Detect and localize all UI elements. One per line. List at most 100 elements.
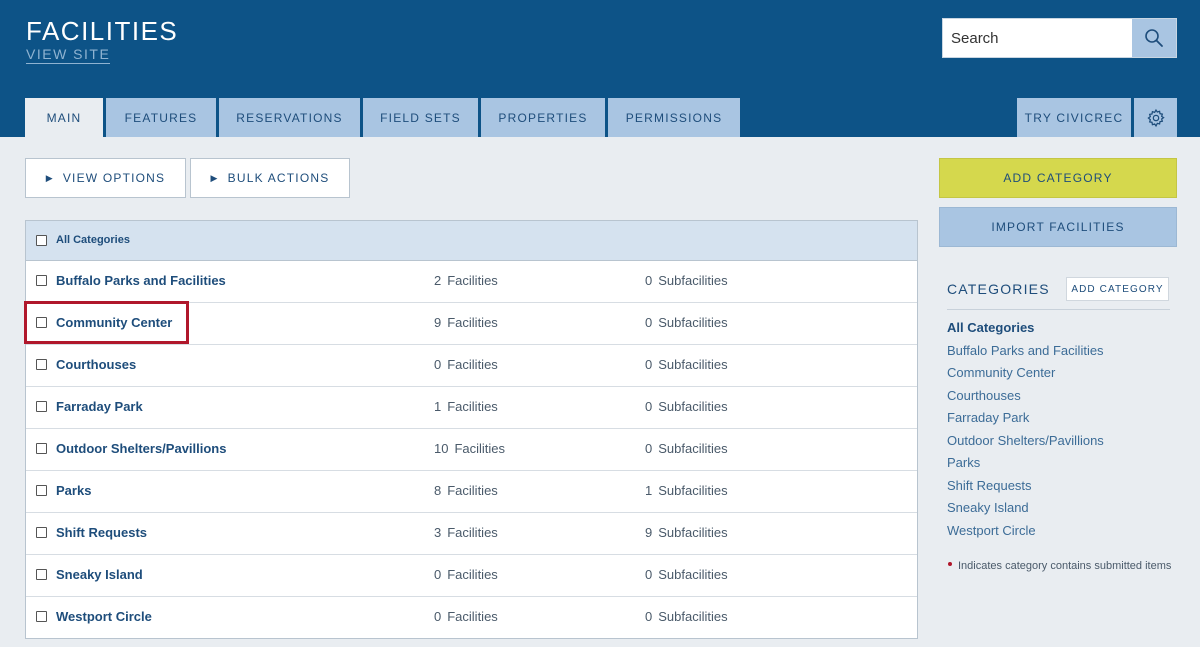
facilities-count: 0 Facilities	[434, 357, 498, 372]
table-row: Courthouses 0 Facilities 0 Subfacilities	[26, 345, 917, 387]
facilities-number: 0	[434, 567, 442, 582]
facilities-word: Facilities	[447, 399, 498, 414]
row-checkbox[interactable]	[36, 317, 47, 328]
facilities-count: 10 Facilities	[434, 441, 505, 456]
facilities-word: Facilities	[447, 315, 498, 330]
settings-button[interactable]	[1134, 98, 1177, 137]
subfacilities-number: 9	[645, 525, 653, 540]
facilities-word: Facilities	[447, 483, 498, 498]
sidebar-category-link[interactable]: Outdoor Shelters/Pavillions	[947, 430, 1104, 453]
table-row: Sneaky Island 0 Facilities 0 Subfacilities	[26, 555, 917, 597]
category-link[interactable]: Courthouses	[56, 357, 136, 372]
category-link[interactable]: Community Center	[56, 315, 172, 330]
gear-icon	[1146, 108, 1165, 127]
row-checkbox[interactable]	[36, 527, 47, 538]
sidebar-category-link[interactable]: Westport Circle	[947, 520, 1104, 543]
category-link[interactable]: Sneaky Island	[56, 567, 143, 582]
search-button[interactable]	[1132, 19, 1176, 57]
facilities-number: 1	[434, 399, 442, 414]
tab-field-sets[interactable]: FIELD SETS	[363, 98, 478, 137]
row-checkbox[interactable]	[36, 275, 47, 286]
sidebar-category-link[interactable]: Courthouses	[947, 385, 1104, 408]
subfacilities-number: 1	[645, 483, 653, 498]
table-row: Farraday Park 1 Facilities 0 Subfacilities	[26, 387, 917, 429]
facilities-number: 2	[434, 273, 442, 288]
row-checkbox[interactable]	[36, 443, 47, 454]
facilities-number: 0	[434, 609, 442, 624]
select-all-checkbox[interactable]	[36, 235, 47, 246]
facilities-word: Facilities	[447, 609, 498, 624]
table-header: All Categories	[26, 221, 917, 261]
subfacilities-number: 0	[645, 609, 653, 624]
row-checkbox[interactable]	[36, 611, 47, 622]
facilities-word: Facilities	[447, 357, 498, 372]
view-options-button[interactable]: ▶ VIEW OPTIONS	[25, 158, 186, 198]
subfacilities-count: 0 Subfacilities	[645, 609, 728, 624]
table-body: Buffalo Parks and Facilities 2 Facilities 0…	[26, 261, 917, 639]
subfacilities-word: Subfacilities	[658, 609, 728, 624]
facilities-count: 0 Facilities	[434, 567, 498, 582]
import-facilities-button[interactable]: IMPORT FACILITIES	[939, 207, 1177, 247]
sidebar-category-link[interactable]: All Categories	[947, 317, 1104, 340]
category-link[interactable]: Shift Requests	[56, 525, 147, 540]
table-row: Shift Requests 3 Facilities 9 Subfacilities	[26, 513, 917, 555]
subfacilities-count: 9 Subfacilities	[645, 525, 728, 540]
row-checkbox[interactable]	[36, 569, 47, 580]
row-checkbox[interactable]	[36, 485, 47, 496]
view-site-link[interactable]: VIEW SITE	[26, 46, 111, 64]
category-link[interactable]: Buffalo Parks and Facilities	[56, 273, 226, 288]
row-checkbox[interactable]	[36, 359, 47, 370]
tab-properties[interactable]: PROPERTIES	[481, 98, 605, 137]
main-tabs: MAIN FEATURES RESERVATIONS FIELD SETS PR…	[25, 98, 743, 137]
categories-heading: CATEGORIES	[947, 281, 1050, 297]
view-options-label: VIEW OPTIONS	[62, 171, 166, 185]
tab-reservations[interactable]: RESERVATIONS	[219, 98, 360, 137]
subfacilities-word: Subfacilities	[658, 525, 728, 540]
table-row: Outdoor Shelters/Pavillions 10 Facilities 0…	[26, 429, 917, 471]
sidebar-category-link[interactable]: Community Center	[947, 362, 1104, 385]
subfacilities-number: 0	[645, 399, 653, 414]
subfacilities-number: 0	[645, 273, 653, 288]
tab-features[interactable]: FEATURES	[106, 98, 216, 137]
tab-permissions[interactable]: PERMISSIONS	[608, 98, 740, 137]
sidebar-category-link[interactable]: Shift Requests	[947, 475, 1104, 498]
page-title: FACILITIES	[26, 16, 179, 46]
add-category-button[interactable]: ADD CATEGORY	[939, 158, 1177, 198]
facilities-count: 3 Facilities	[434, 525, 498, 540]
sidebar-category-link[interactable]: Sneaky Island	[947, 497, 1104, 520]
row-checkbox[interactable]	[36, 401, 47, 412]
category-link[interactable]: Westport Circle	[56, 609, 152, 624]
subfacilities-number: 0	[645, 441, 653, 456]
search-input[interactable]	[943, 19, 1133, 57]
sidebar-add-category-button[interactable]: ADD CATEGORY	[1066, 277, 1169, 301]
facilities-number: 10	[434, 441, 449, 456]
search-box	[942, 18, 1177, 58]
tab-main[interactable]: MAIN	[25, 98, 103, 137]
category-link[interactable]: Outdoor Shelters/Pavillions	[56, 441, 226, 456]
all-categories-label: All Categories	[56, 234, 130, 246]
sidebar-category-link[interactable]: Buffalo Parks and Facilities	[947, 340, 1104, 363]
facilities-count: 9 Facilities	[434, 315, 498, 330]
legend-note: Indicates category contains submitted it…	[958, 560, 1172, 572]
category-link[interactable]: Farraday Park	[56, 399, 143, 414]
subfacilities-count: 0 Subfacilities	[645, 441, 728, 456]
facilities-number: 0	[434, 357, 442, 372]
subfacilities-word: Subfacilities	[658, 567, 728, 582]
triangle-right-icon: ▶	[45, 172, 54, 183]
subfacilities-count: 1 Subfacilities	[645, 483, 728, 498]
tab-try-civicrec[interactable]: TRY CIVICREC	[1017, 98, 1131, 137]
facilities-number: 3	[434, 525, 442, 540]
sidebar-category-link[interactable]: Farraday Park	[947, 407, 1104, 430]
subfacilities-count: 0 Subfacilities	[645, 273, 728, 288]
facilities-count: 8 Facilities	[434, 483, 498, 498]
subfacilities-number: 0	[645, 567, 653, 582]
sidebar-category-link[interactable]: Parks	[947, 452, 1104, 475]
table-row: Westport Circle 0 Facilities 0 Subfacilities	[26, 597, 917, 639]
facilities-word: Facilities	[454, 441, 506, 456]
facilities-word: Facilities	[447, 273, 498, 288]
table-row: Parks 8 Facilities 1 Subfacilities	[26, 471, 917, 513]
bulk-actions-button[interactable]: ▶ BULK ACTIONS	[190, 158, 350, 198]
category-link[interactable]: Parks	[56, 483, 91, 498]
table-row: Buffalo Parks and Facilities 2 Facilities 0…	[26, 261, 917, 303]
subfacilities-word: Subfacilities	[658, 441, 728, 456]
